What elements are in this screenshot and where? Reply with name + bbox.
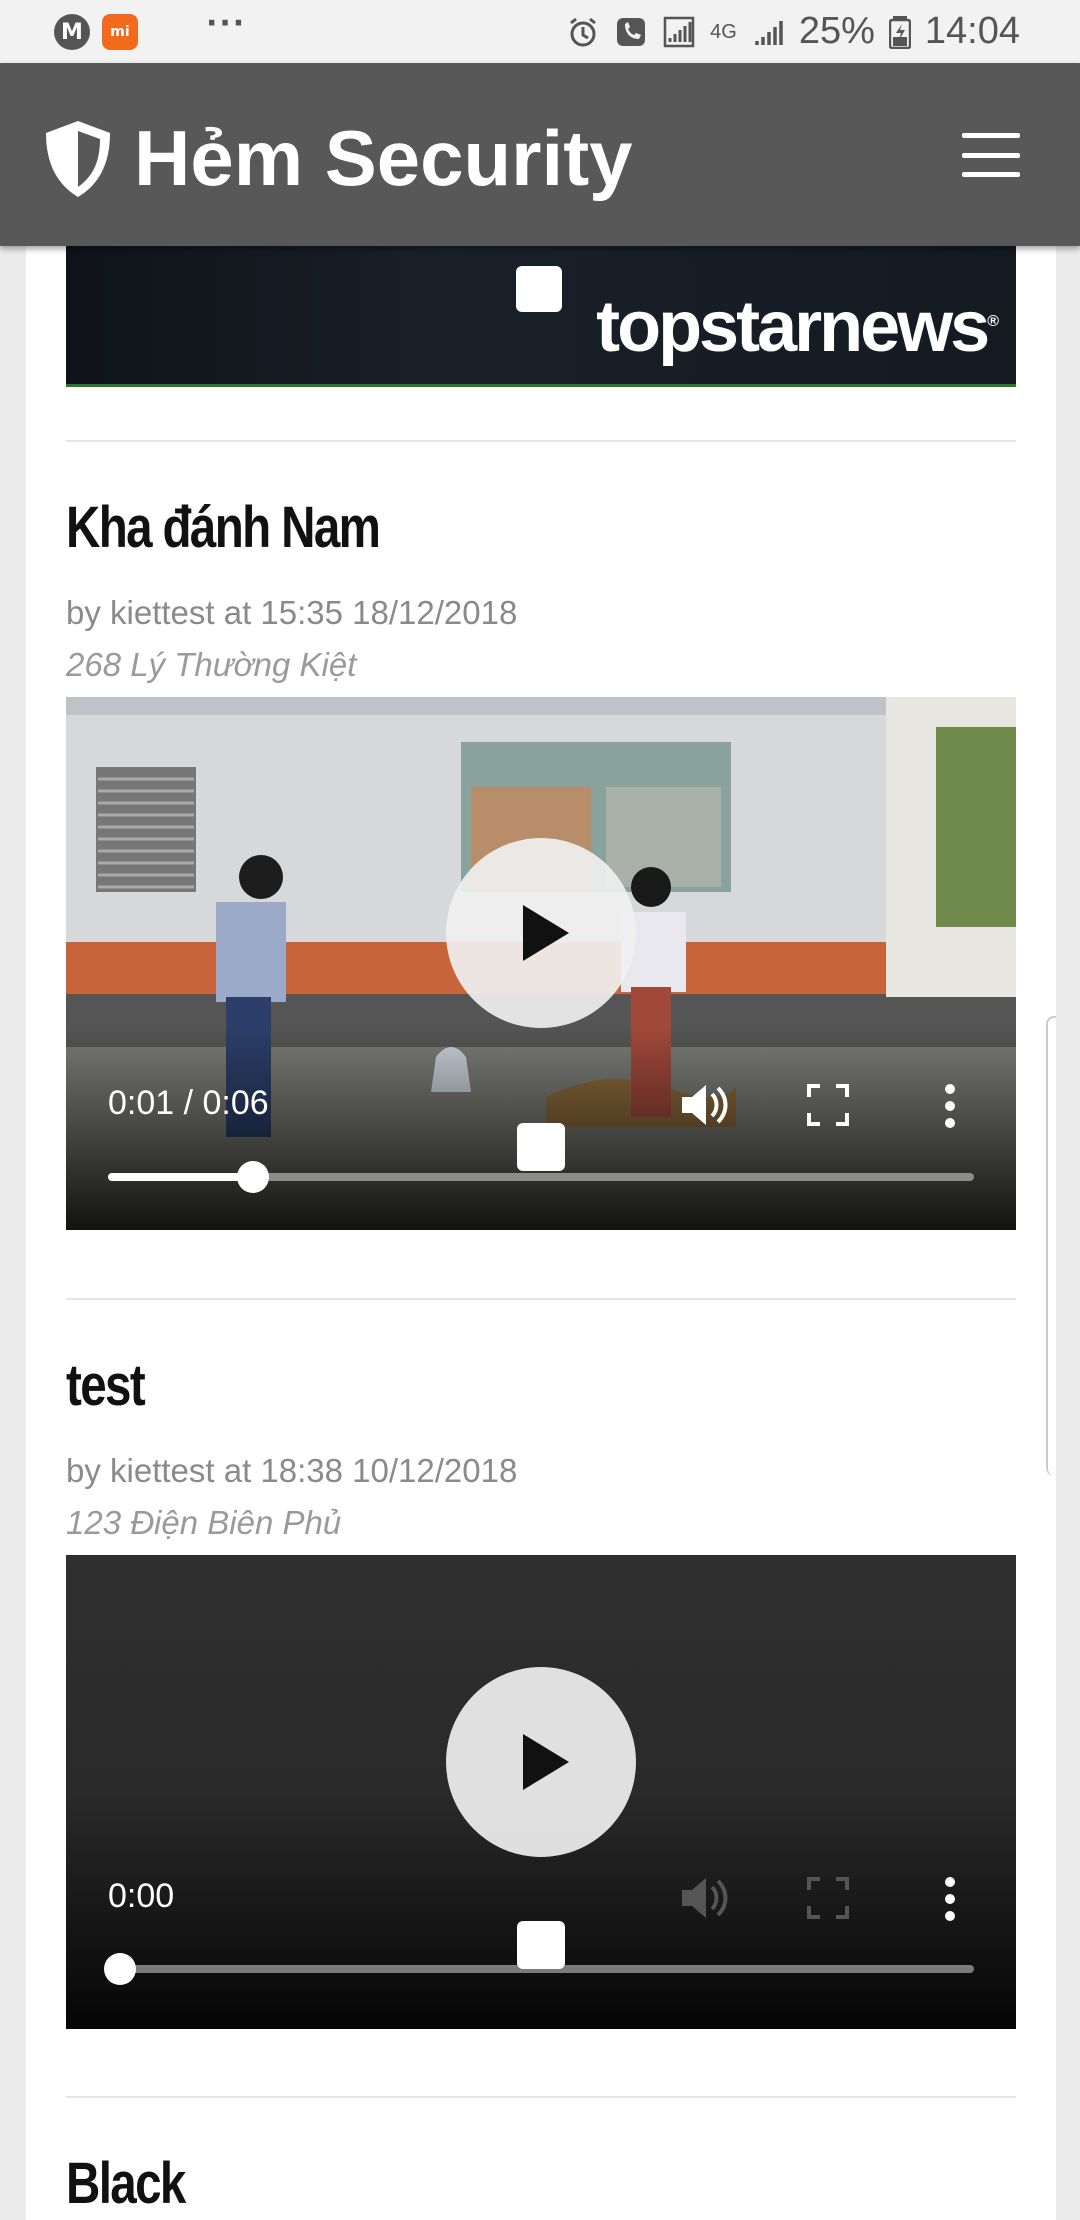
app-header: Hẻm Security xyxy=(0,63,1080,246)
app-title: Hẻm Security xyxy=(134,114,633,202)
status-bar: M mi ··· 4G 25% 14:04 xyxy=(0,0,1080,63)
signal-icon xyxy=(663,16,695,47)
more-notifications-icon: ··· xyxy=(206,6,247,41)
drag-handle[interactable] xyxy=(517,1921,565,1969)
scrollbar[interactable] xyxy=(1046,1016,1056,1476)
post-title[interactable]: Black xyxy=(66,2150,186,2217)
ad-logo: topstarnews® xyxy=(596,287,999,367)
menu-button[interactable] xyxy=(962,133,1020,177)
divider xyxy=(66,2096,1016,2098)
play-icon xyxy=(523,905,569,961)
post-meta: by kiettest at 18:38 10/12/2018 xyxy=(66,1452,518,1489)
post-title[interactable]: Kha đánh Nam xyxy=(66,494,381,561)
volume-icon[interactable] xyxy=(678,1080,732,1130)
clock: 14:04 xyxy=(924,10,1020,52)
video-time: 0:01 / 0:06 xyxy=(108,1084,269,1122)
signal-bars-icon xyxy=(755,20,783,45)
video-time: 0:00 xyxy=(108,1877,175,1915)
post-address: 123 Điện Biên Phủ xyxy=(66,1504,342,1541)
divider xyxy=(66,1298,1016,1300)
drag-handle[interactable] xyxy=(516,266,562,312)
battery-percent: 25% xyxy=(798,10,875,52)
network-type: 4G xyxy=(710,20,737,43)
more-options-icon[interactable] xyxy=(943,1876,957,1922)
battery-icon xyxy=(888,15,911,49)
play-button[interactable] xyxy=(446,1667,636,1857)
alarm-icon xyxy=(570,17,597,46)
post-title[interactable]: test xyxy=(66,1352,146,1419)
shield-icon xyxy=(46,120,110,197)
moto-icon: M xyxy=(54,14,90,50)
fullscreen-icon xyxy=(807,1877,849,1919)
seek-progress xyxy=(108,1173,253,1181)
divider xyxy=(66,440,1016,442)
seek-bar[interactable] xyxy=(108,1161,974,1193)
video-player[interactable]: 0:00 xyxy=(66,1555,1016,2029)
drag-handle[interactable] xyxy=(517,1123,565,1171)
seek-thumb[interactable] xyxy=(236,1161,269,1193)
feed[interactable]: topstarnews® Kha đánh Nam by kiettest at… xyxy=(26,246,1056,2220)
post-meta: by kiettest at 15:35 18/12/2018 xyxy=(66,594,518,631)
hamburger-icon xyxy=(962,133,1020,138)
brand[interactable]: Hẻm Security xyxy=(40,113,633,204)
seek-thumb[interactable] xyxy=(104,1953,136,1985)
video-player[interactable]: 0:01 / 0:06 xyxy=(66,697,1016,1230)
seek-bar[interactable] xyxy=(104,1953,974,1985)
play-button[interactable] xyxy=(446,838,636,1028)
call-icon xyxy=(617,17,646,46)
fullscreen-icon[interactable] xyxy=(806,1083,850,1127)
play-icon xyxy=(523,1734,569,1790)
volume-icon xyxy=(682,1878,728,1918)
mi-icon: mi xyxy=(102,14,138,50)
post-address: 268 Lý Thường Kiệt xyxy=(66,646,357,683)
more-options-icon[interactable] xyxy=(943,1083,957,1129)
